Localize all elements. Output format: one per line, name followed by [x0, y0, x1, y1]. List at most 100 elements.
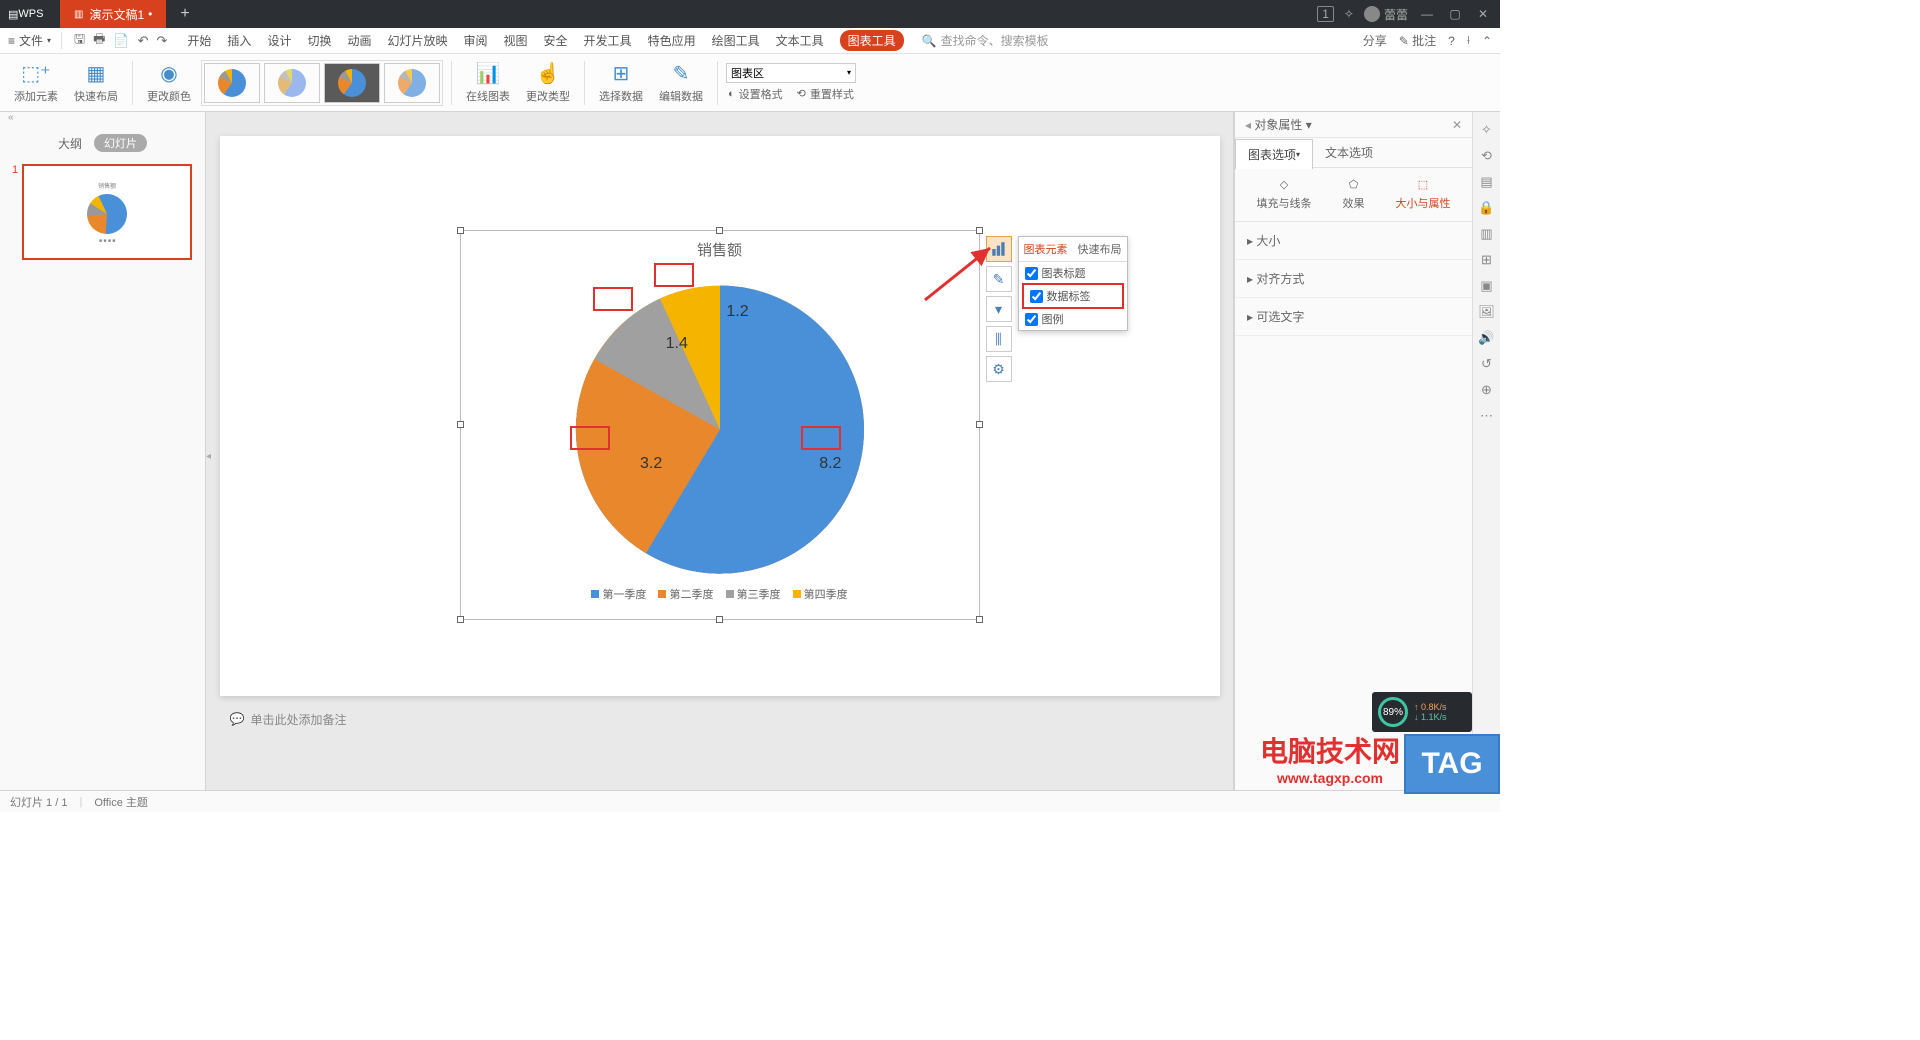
tab-security[interactable]: 安全	[544, 32, 568, 49]
side-tool-5[interactable]: ▥	[1480, 226, 1492, 242]
badge-count[interactable]: 1	[1317, 6, 1334, 22]
theme-name: Office 主题	[94, 794, 148, 810]
resize-handle[interactable]	[976, 227, 983, 234]
user-area[interactable]: 蕾蕾	[1364, 6, 1408, 23]
select-data-button[interactable]: ⊞选择数据	[593, 58, 649, 108]
close-panel-icon[interactable]: ✕	[1452, 118, 1462, 132]
comment-button[interactable]: ✎ 批注	[1399, 32, 1436, 49]
chart-legend[interactable]: 第一季度 第二季度 第三季度 第四季度	[461, 586, 979, 602]
quick-layout-button[interactable]: ▦快速布局	[68, 58, 124, 108]
edit-data-button[interactable]: ✎编辑数据	[653, 58, 709, 108]
search-placeholder: 查找命令、搜索模板	[941, 32, 1049, 49]
popup-opt-legend[interactable]: 图例	[1019, 308, 1127, 330]
props-tab-chart[interactable]: 图表选项 ▾	[1235, 139, 1313, 169]
file-menu[interactable]: ≡ 文件 ▾	[8, 32, 62, 49]
side-tool-9[interactable]: 🔊	[1478, 330, 1494, 346]
section-size[interactable]: ▸ 大小	[1235, 222, 1472, 260]
tab-transition[interactable]: 切换	[307, 32, 331, 49]
print-icon[interactable]: 🖶	[93, 30, 105, 52]
canvas-collapse-icon[interactable]: ◂	[206, 451, 211, 462]
slide-thumbnail-1[interactable]: 销售额 ■ ■ ■ ■	[22, 164, 192, 260]
chart-object[interactable]: 销售额	[460, 230, 980, 620]
document-tab[interactable]: ▥ 演示文稿1 •	[60, 0, 166, 28]
section-optional-text[interactable]: ▸ 可选文字	[1235, 298, 1472, 336]
chevron-left-icon[interactable]: ◂	[1245, 118, 1251, 132]
online-chart-button[interactable]: 📊在线图表	[460, 58, 516, 108]
tab-view[interactable]: 视图	[504, 32, 528, 49]
add-element-button[interactable]: ⬚⁺添加元素	[8, 58, 64, 108]
style-preset-2[interactable]	[264, 63, 320, 103]
tab-animation[interactable]: 动画	[347, 32, 371, 49]
chart-data-button[interactable]: ⫼	[986, 326, 1012, 352]
popup-tab-layout[interactable]: 快速布局	[1073, 237, 1127, 261]
slides-tab[interactable]: 幻灯片	[94, 134, 147, 152]
maximize-button[interactable]: ▢	[1446, 7, 1464, 21]
side-tool-11[interactable]: ⊕	[1481, 382, 1492, 398]
side-tool-2[interactable]: ⟲	[1481, 148, 1492, 164]
resize-handle[interactable]	[716, 616, 723, 623]
resize-handle[interactable]	[716, 227, 723, 234]
minimize-button[interactable]: —	[1418, 7, 1436, 21]
close-button[interactable]: ✕	[1474, 7, 1492, 21]
style-preset-3[interactable]	[324, 63, 380, 103]
tab-slideshow[interactable]: 幻灯片放映	[387, 32, 447, 49]
resize-handle[interactable]	[976, 616, 983, 623]
tab-chart-tools[interactable]: 图表工具	[840, 30, 904, 51]
reset-style-button[interactable]: ⟲重置样式	[795, 85, 856, 103]
preview-icon[interactable]: 📄	[113, 33, 129, 49]
resize-handle[interactable]	[976, 421, 983, 428]
command-search[interactable]: 🔍 查找命令、搜索模板	[922, 32, 1049, 49]
data-label-q4: 1.2	[726, 303, 748, 320]
undo-icon[interactable]: ↶	[138, 33, 149, 49]
gift-icon[interactable]: ✧	[1344, 7, 1354, 21]
style-preset-4[interactable]	[384, 63, 440, 103]
tab-devtools[interactable]: 开发工具	[584, 32, 632, 49]
tab-start[interactable]: 开始	[187, 32, 211, 49]
share-button[interactable]: 分享	[1363, 32, 1387, 49]
resize-handle[interactable]	[457, 421, 464, 428]
tab-special[interactable]: 特色应用	[648, 32, 696, 49]
props-fill-line[interactable]: ◇填充与线条	[1257, 178, 1312, 211]
collapse-ribbon-icon[interactable]: ⌃	[1482, 34, 1492, 48]
chart-area-select[interactable]: 图表区▾	[726, 63, 856, 83]
props-effect[interactable]: ⬠效果	[1343, 178, 1365, 211]
reset-icon: ⟲	[797, 87, 806, 100]
side-tool-4[interactable]: 🔒	[1478, 200, 1494, 216]
props-tab-text[interactable]: 文本选项	[1313, 138, 1385, 168]
side-tool-7[interactable]: ▣	[1480, 278, 1492, 294]
popup-opt-labels[interactable]: 数据标签	[1022, 283, 1124, 309]
side-tool-6[interactable]: ⊞	[1481, 252, 1492, 268]
notes-bar[interactable]: 💬 单击此处添加备注	[220, 704, 1220, 734]
side-tool-8[interactable]: 🖼	[1478, 304, 1495, 320]
settings-icon[interactable]: ⟊	[1467, 33, 1470, 48]
tab-review[interactable]: 审阅	[464, 32, 488, 49]
section-align[interactable]: ▸ 对齐方式	[1235, 260, 1472, 298]
slide-canvas[interactable]: 销售额	[220, 136, 1220, 696]
tab-text-tools[interactable]: 文本工具	[776, 32, 824, 49]
help-icon[interactable]: ?	[1448, 34, 1455, 48]
outline-tab[interactable]: 大纲	[58, 135, 82, 152]
tab-draw-tools[interactable]: 绘图工具	[712, 32, 760, 49]
save-icon[interactable]: 🖫	[74, 30, 85, 52]
chart-settings-button[interactable]: ⚙	[986, 356, 1012, 382]
redo-icon[interactable]: ↷	[157, 33, 168, 49]
panel-collapse-icon[interactable]: «	[0, 112, 205, 130]
side-tool-1[interactable]: ✧	[1481, 122, 1492, 138]
new-tab-button[interactable]: +	[166, 5, 203, 23]
resize-handle[interactable]	[457, 616, 464, 623]
style-preset-1[interactable]	[204, 63, 260, 103]
side-tool-3[interactable]: ▤	[1480, 174, 1492, 190]
side-tool-10[interactable]: ↺	[1481, 356, 1492, 372]
popup-tab-elements[interactable]: 图表元素	[1019, 237, 1073, 261]
popup-opt-title[interactable]: 图表标题	[1019, 262, 1127, 284]
watermark-text: 电脑技术网 www.tagxp.com	[1260, 730, 1400, 786]
side-tool-more[interactable]: ⋯	[1480, 408, 1493, 424]
props-size[interactable]: ⬚大小与属性	[1396, 178, 1451, 211]
change-type-button[interactable]: ☝更改类型	[520, 58, 576, 108]
tab-insert[interactable]: 插入	[227, 32, 251, 49]
chart-title[interactable]: 销售额	[461, 231, 979, 260]
change-color-button[interactable]: ◉更改颜色	[141, 58, 197, 108]
tab-design[interactable]: 设计	[267, 32, 291, 49]
resize-handle[interactable]	[457, 227, 464, 234]
set-format-button[interactable]: ◐设置格式	[726, 85, 785, 103]
